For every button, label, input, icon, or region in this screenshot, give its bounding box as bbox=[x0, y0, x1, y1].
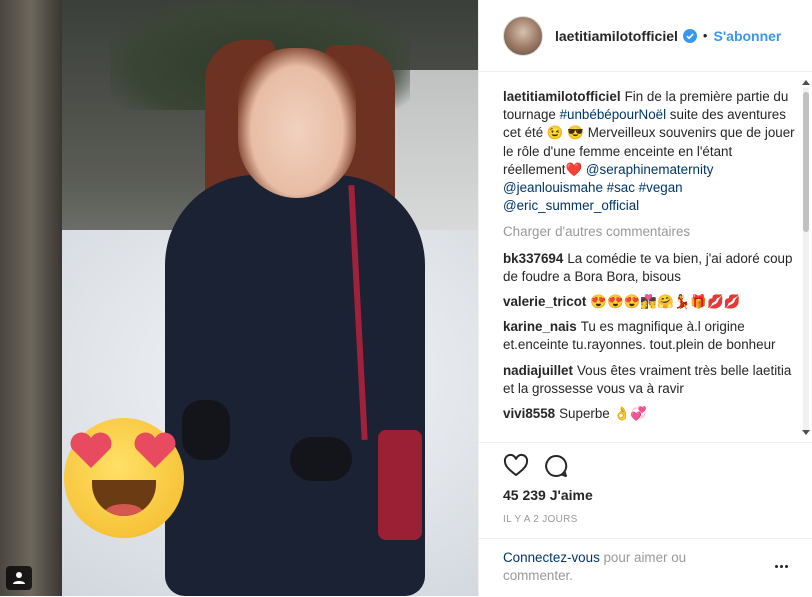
user-tag-icon bbox=[13, 572, 25, 584]
photo-glove-left bbox=[182, 400, 230, 460]
comment-username[interactable]: nadiajuillet bbox=[503, 363, 573, 378]
header-username[interactable]: laetitiamilotofficiel bbox=[555, 28, 678, 44]
list-item: karine_nais Tu es magnifique à.l origine … bbox=[503, 318, 795, 354]
photo-glove-right bbox=[290, 437, 352, 481]
post-actions: 45 239 J'aime IL Y A 2 JOURS bbox=[479, 442, 812, 525]
post-side-panel: laetitiamilotofficiel • S'abonner laetit… bbox=[478, 0, 812, 596]
emoji-mouth bbox=[92, 480, 156, 516]
photo-face bbox=[238, 48, 356, 198]
comment-username[interactable]: vivi8558 bbox=[503, 406, 555, 421]
scroll-down-icon[interactable] bbox=[802, 430, 810, 435]
list-item: nadiajuillet Vous êtes vraiment très bell… bbox=[503, 362, 795, 398]
avatar[interactable] bbox=[503, 15, 543, 56]
caption-hashtag-link[interactable]: #unbébépourNoël bbox=[560, 107, 666, 122]
comment-text: 😍😍😍👩‍❤️‍💋‍👨🤗💃🎁💋💋 bbox=[590, 294, 741, 310]
comment-username[interactable]: valerie_tricot bbox=[503, 294, 586, 309]
instagram-post: laetitiamilotofficiel • S'abonner laetit… bbox=[0, 0, 812, 596]
likes-count[interactable]: 45 239 J'aime bbox=[503, 487, 593, 503]
heart-eyes-emoji bbox=[64, 418, 184, 538]
scrollbar-thumb[interactable] bbox=[803, 92, 809, 232]
post-header: laetitiamilotofficiel • S'abonner bbox=[479, 0, 812, 72]
login-text: Connectez-vous pour aimer ou commenter. bbox=[503, 549, 743, 586]
comment-username[interactable]: bk337694 bbox=[503, 251, 563, 266]
photo-tree-trunk bbox=[0, 0, 62, 596]
scroll-up-icon[interactable] bbox=[802, 80, 810, 85]
login-prompt: Connectez-vous pour aimer ou commenter. bbox=[479, 538, 812, 597]
list-item: valerie_tricot 😍😍😍👩‍❤️‍💋‍👨🤗💃🎁💋💋 bbox=[503, 293, 795, 311]
user-tag-button[interactable] bbox=[6, 566, 32, 590]
follow-button[interactable]: S'abonner bbox=[713, 28, 781, 44]
more-options-icon[interactable] bbox=[775, 565, 788, 568]
comments-list[interactable]: laetitiamilotofficiel Fin de la première … bbox=[503, 88, 795, 438]
photo-red-bag bbox=[378, 430, 422, 540]
comment-username[interactable]: karine_nais bbox=[503, 319, 577, 334]
list-item: bk337694 La comédie te va bien, j'ai ador… bbox=[503, 250, 795, 286]
list-item: vivi8558 Superbe 👌💞 bbox=[503, 405, 795, 423]
verified-badge-icon bbox=[682, 28, 697, 43]
heart-eye-right-icon bbox=[134, 432, 176, 468]
post-caption: laetitiamilotofficiel Fin de la première … bbox=[503, 88, 795, 215]
post-photo[interactable] bbox=[0, 0, 478, 596]
header-separator: • bbox=[702, 28, 708, 43]
heart-icon[interactable] bbox=[503, 453, 529, 479]
post-timestamp[interactable]: IL Y A 2 JOURS bbox=[503, 514, 578, 525]
login-link[interactable]: Connectez-vous bbox=[503, 550, 600, 565]
comment-text: Superbe 👌💞 bbox=[559, 406, 647, 422]
load-more-comments-link[interactable]: Charger d'autres commentaires bbox=[503, 223, 795, 241]
caption-username[interactable]: laetitiamilotofficiel bbox=[503, 89, 621, 104]
comments-scrollbar[interactable] bbox=[799, 80, 811, 440]
heart-eye-left-icon bbox=[70, 432, 112, 468]
comment-icon[interactable] bbox=[543, 453, 569, 479]
action-icons bbox=[479, 443, 812, 479]
